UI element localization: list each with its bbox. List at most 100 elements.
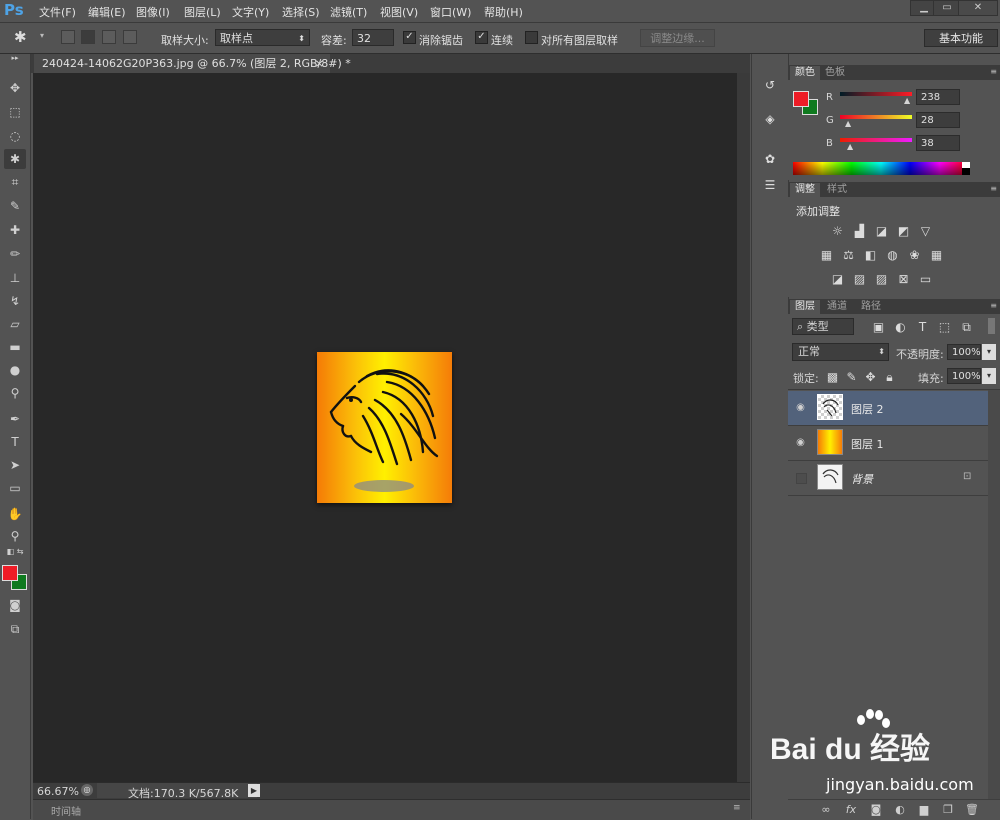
subtract-selection-icon[interactable] xyxy=(102,30,116,44)
layer-style-icon[interactable]: fx xyxy=(843,804,859,816)
workspace-button[interactable]: 基本功能 xyxy=(924,29,998,47)
zoom-tool-icon[interactable]: ⚲ xyxy=(4,526,26,546)
zoom-level[interactable]: 66.67% xyxy=(37,785,79,798)
layer-name[interactable]: 背景 xyxy=(851,471,873,487)
posterize-icon[interactable]: ▨ xyxy=(851,272,868,286)
path-selection-tool-icon[interactable]: ➤ xyxy=(4,455,26,475)
channel-g-input[interactable]: 28 xyxy=(916,112,960,128)
filter-shape-icon[interactable]: ⬚ xyxy=(936,320,953,334)
stamp-tool-icon[interactable]: ⊥ xyxy=(4,268,26,288)
timeline-label[interactable]: 时间轴 xyxy=(51,803,81,818)
vibrance-icon[interactable]: ▽ xyxy=(917,224,934,238)
history-brush-tool-icon[interactable]: ↯ xyxy=(4,291,26,311)
gradient-map-icon[interactable]: ▭ xyxy=(917,272,934,286)
tab-swatches[interactable]: 色板 xyxy=(820,66,850,80)
swap-colors-icon[interactable]: ◧ ⇆ xyxy=(4,547,26,557)
properties-icon[interactable]: ☰ xyxy=(758,174,782,196)
history-icon[interactable]: ↺ xyxy=(758,74,782,96)
menu-filter[interactable]: 滤镜(T) xyxy=(330,4,367,20)
healing-brush-tool-icon[interactable]: ✚ xyxy=(4,220,26,240)
threshold-icon[interactable]: ▨ xyxy=(873,272,890,286)
all-layers-checkbox[interactable] xyxy=(525,31,538,44)
channel-mixer-icon[interactable]: ❀ xyxy=(906,248,923,262)
marquee-tool-icon[interactable]: ⬚ xyxy=(4,102,26,122)
filter-toggle[interactable] xyxy=(988,318,995,334)
quick-mask-icon[interactable]: ◙ xyxy=(4,595,26,615)
lock-transparent-icon[interactable]: ▩ xyxy=(824,370,841,384)
eraser-tool-icon[interactable]: ▱ xyxy=(4,314,26,334)
lock-position-icon[interactable]: ✥ xyxy=(862,370,879,384)
new-layer-icon[interactable]: ❐ xyxy=(940,804,956,816)
pen-tool-icon[interactable]: ✒ xyxy=(4,409,26,429)
layer-row[interactable]: ◉ 图层 2 xyxy=(788,391,988,426)
menu-view[interactable]: 视图(V) xyxy=(380,4,418,20)
channel-b-input[interactable]: 38 xyxy=(916,135,960,151)
levels-icon[interactable]: ▟ xyxy=(851,224,868,238)
delete-layer-icon[interactable]: 🗑︎ xyxy=(964,804,980,816)
channel-r-input[interactable]: 238 xyxy=(916,89,960,105)
invert-icon[interactable]: ◪ xyxy=(829,272,846,286)
panel-menu-icon[interactable]: ≡ xyxy=(990,67,997,76)
type-tool-icon[interactable]: T xyxy=(4,432,26,452)
chevron-down-icon[interactable]: ▾ xyxy=(40,31,44,40)
color-lookup-icon[interactable]: ▦ xyxy=(928,248,945,262)
gradient-tool-icon[interactable]: ▬ xyxy=(4,337,26,357)
brightness-contrast-icon[interactable]: ☼ xyxy=(829,224,846,238)
dodge-tool-icon[interactable]: ⚲ xyxy=(4,383,26,403)
fill-input[interactable]: 100% xyxy=(947,368,981,384)
slider-handle-icon[interactable]: ▲ xyxy=(847,142,853,151)
foreground-color-swatch[interactable] xyxy=(793,91,809,107)
menu-type[interactable]: 文字(Y) xyxy=(232,4,269,20)
refine-edge-button[interactable]: 调整边缘... xyxy=(640,29,715,47)
magic-wand-preset-icon[interactable]: ✱ xyxy=(14,28,27,46)
menu-help[interactable]: 帮助(H) xyxy=(484,4,523,20)
selective-color-icon[interactable]: ⊠ xyxy=(895,272,912,286)
tolerance-input[interactable]: 32 xyxy=(352,29,394,46)
document-tab[interactable]: 240424-14062G20P363.jpg @ 66.7% (图层 2, R… xyxy=(34,54,351,73)
move-tool-icon[interactable]: ✥ xyxy=(4,78,26,98)
color-balance-icon[interactable]: ⚖ xyxy=(840,248,857,262)
sample-size-select[interactable]: 取样点 ⬍ xyxy=(215,29,310,46)
fill-dropdown-icon[interactable]: ▾ xyxy=(982,368,996,384)
visibility-eye-icon[interactable]: ◉ xyxy=(794,436,807,449)
menu-file[interactable]: 文件(F) xyxy=(39,4,76,20)
lock-all-icon[interactable]: 🔒︎ xyxy=(881,370,898,384)
black-white-icon[interactable]: ◧ xyxy=(862,248,879,262)
hue-saturation-icon[interactable]: ▦ xyxy=(818,248,835,262)
visibility-eye-icon[interactable]: ◉ xyxy=(794,401,807,414)
magic-wand-tool-icon[interactable]: ✱ xyxy=(4,149,26,169)
exposure-icon[interactable]: ◩ xyxy=(895,224,912,238)
anti-alias-checkbox[interactable]: ✓ xyxy=(403,31,416,44)
visibility-toggle[interactable] xyxy=(796,473,807,484)
contiguous-checkbox[interactable]: ✓ xyxy=(475,31,488,44)
menu-image[interactable]: 图像(I) xyxy=(136,4,170,20)
blend-mode-select[interactable]: 正常 ⬍ xyxy=(792,343,889,361)
tab-styles[interactable]: 样式 xyxy=(822,183,852,197)
tab-paths[interactable]: 路径 xyxy=(856,300,886,314)
new-adjustment-layer-icon[interactable]: ◐ xyxy=(892,804,908,816)
intersect-selection-icon[interactable] xyxy=(123,30,137,44)
collapse-icon[interactable]: ▸▸ xyxy=(4,54,26,62)
lock-image-icon[interactable]: ✎ xyxy=(843,370,860,384)
add-mask-icon[interactable]: ◙ xyxy=(868,804,884,816)
add-selection-icon[interactable] xyxy=(81,30,95,44)
close-button[interactable]: ✕ xyxy=(958,0,998,16)
filter-pixel-icon[interactable]: ▣ xyxy=(870,320,887,334)
layer-filter-select[interactable]: ⌕ 类型 xyxy=(792,318,854,335)
menu-window[interactable]: 窗口(W) xyxy=(430,4,471,20)
slider-handle-icon[interactable]: ▲ xyxy=(904,96,910,105)
channel-r-slider[interactable] xyxy=(840,92,912,96)
close-tab-icon[interactable]: × xyxy=(315,54,324,73)
3d-icon[interactable]: ◈ xyxy=(758,108,782,130)
filter-adjustment-icon[interactable]: ◐ xyxy=(892,320,909,334)
lasso-tool-icon[interactable]: ◌ xyxy=(4,126,26,146)
new-group-icon[interactable]: ▆ xyxy=(916,804,932,816)
link-layers-icon[interactable]: ∞ xyxy=(818,804,834,816)
filter-type-icon[interactable]: T xyxy=(914,320,931,334)
new-selection-icon[interactable] xyxy=(61,30,75,44)
tab-adjustments[interactable]: 调整 xyxy=(790,183,820,197)
hand-tool-icon[interactable]: ✋ xyxy=(4,504,26,524)
tab-layers[interactable]: 图层 xyxy=(790,300,820,314)
menu-select[interactable]: 选择(S) xyxy=(282,4,320,20)
layer-row[interactable]: ◉ 图层 1 xyxy=(788,426,988,461)
